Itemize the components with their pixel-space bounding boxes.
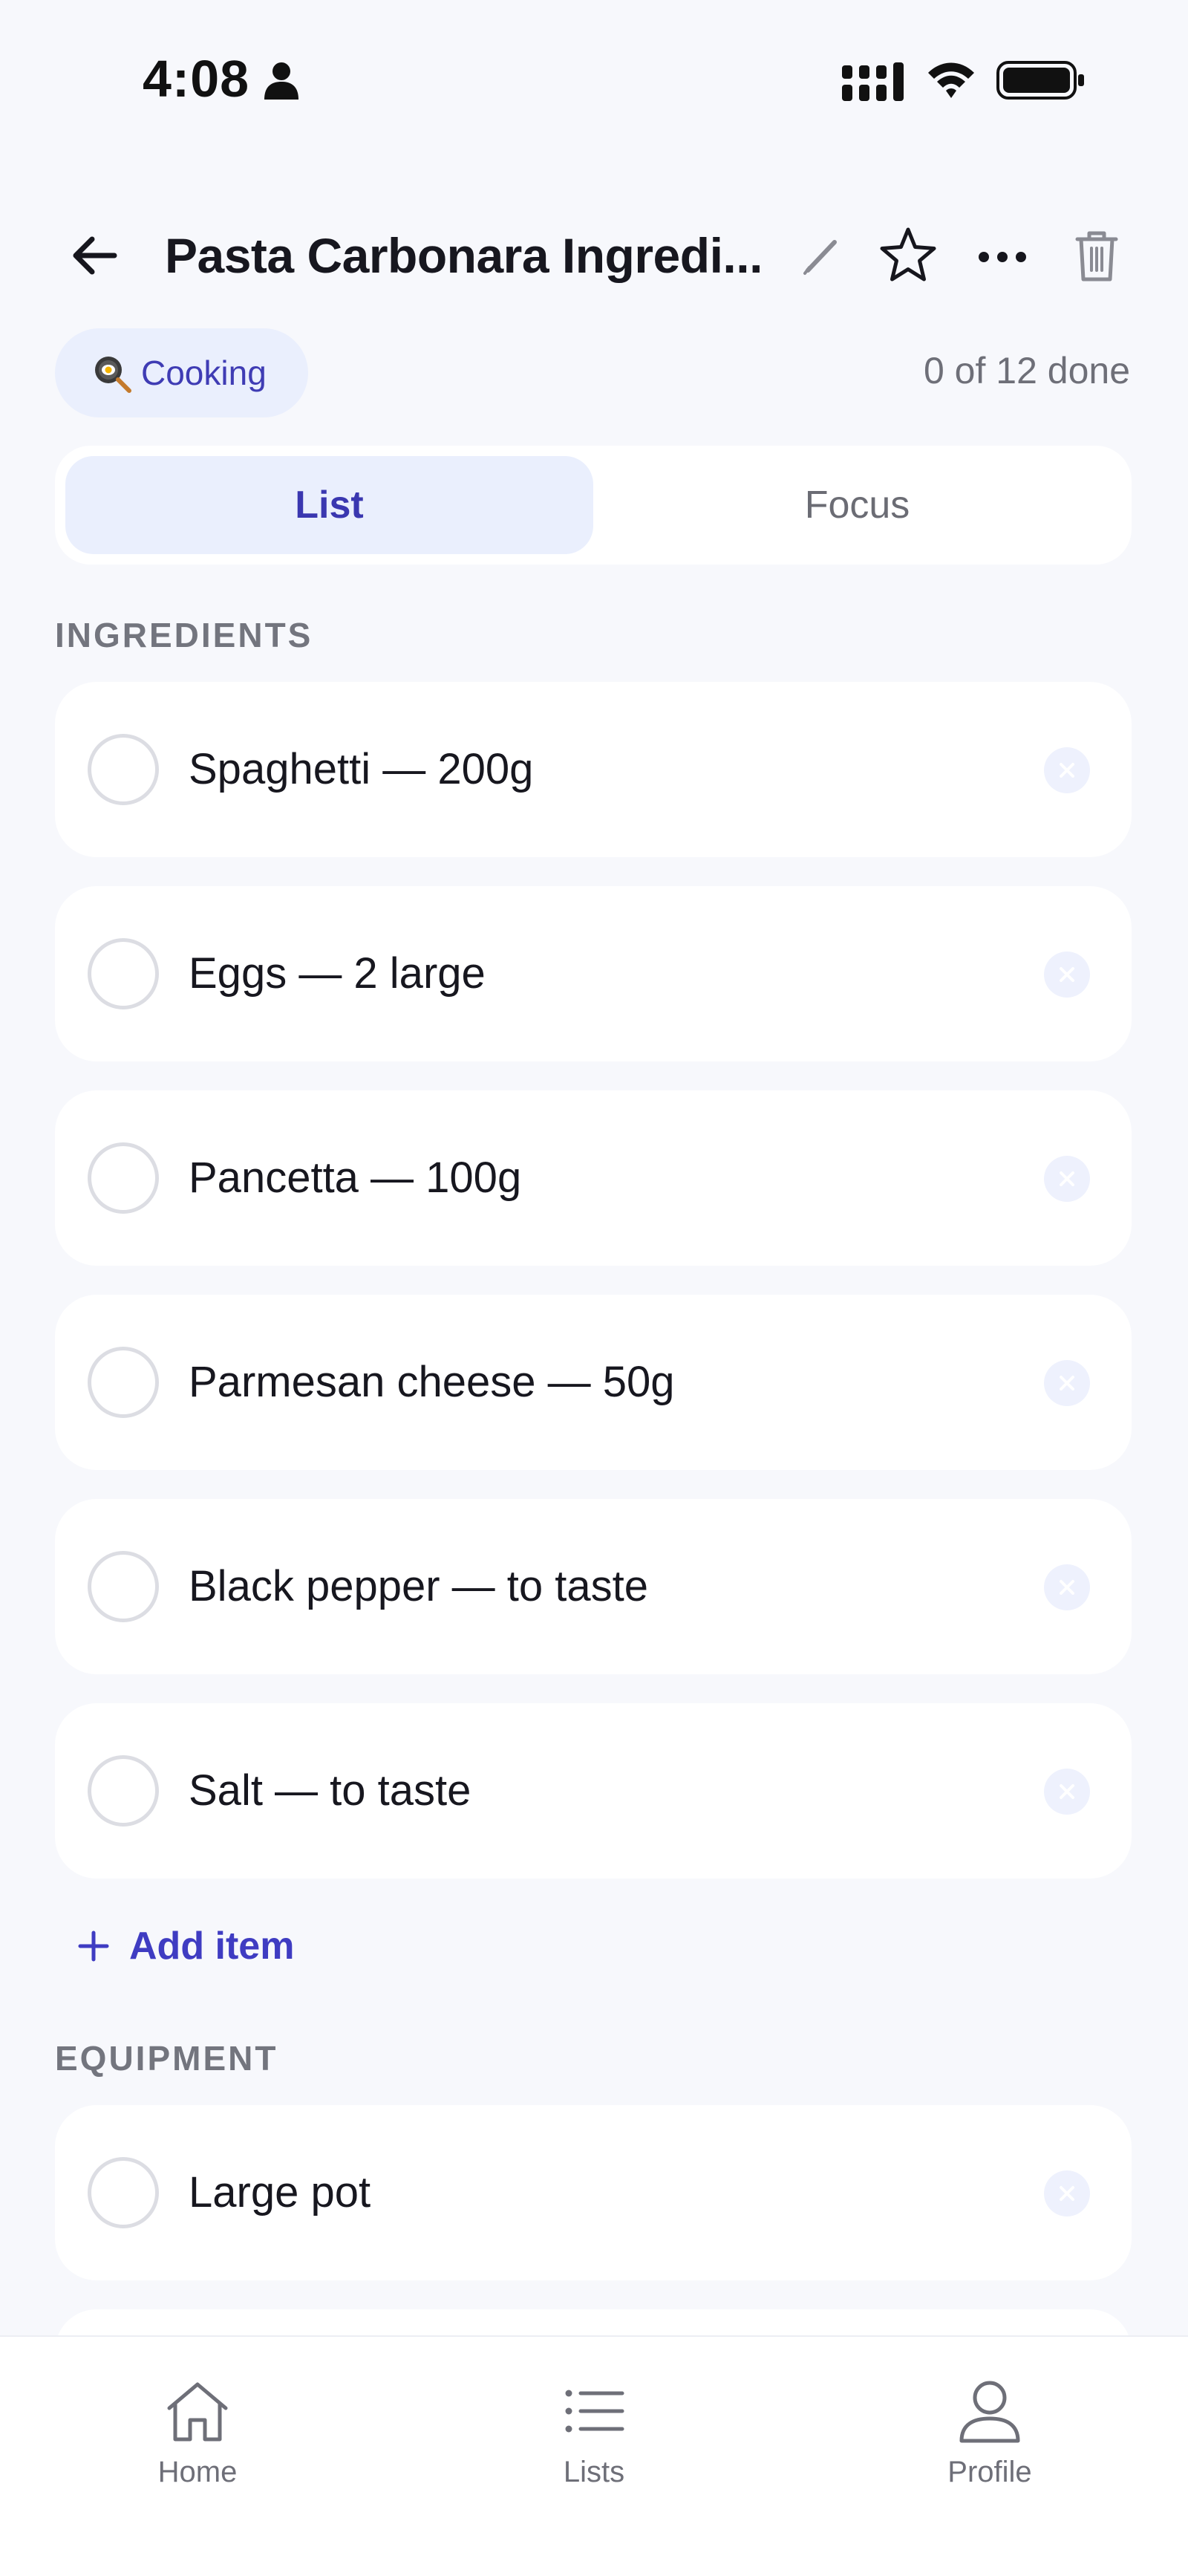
nav-profile-label: Profile xyxy=(947,2456,1032,2488)
item-checkbox[interactable] xyxy=(88,734,159,805)
view-toggle: List Focus xyxy=(55,446,1132,565)
status-time: 4:08 xyxy=(143,50,250,108)
edit-title-button[interactable] xyxy=(799,232,843,279)
nav-profile[interactable]: Profile xyxy=(893,2375,1086,2489)
plus-icon xyxy=(78,1931,109,1962)
favorite-button[interactable] xyxy=(876,223,940,287)
item-label[interactable]: Large pot xyxy=(189,2105,371,2280)
remove-item-button[interactable] xyxy=(1044,1564,1090,1610)
item-checkbox[interactable] xyxy=(88,1755,159,1827)
item-label[interactable]: Black pepper — to taste xyxy=(189,1499,648,1674)
tab-list[interactable]: List xyxy=(65,456,593,554)
list-item: Spaghetti — 200g xyxy=(55,682,1132,857)
section-title-equipment: EQUIPMENT xyxy=(55,2039,278,2078)
remove-item-button[interactable] xyxy=(1044,1360,1090,1406)
close-icon xyxy=(1060,1376,1074,1391)
trash-icon xyxy=(1075,231,1118,282)
remove-item-button[interactable] xyxy=(1044,1156,1090,1202)
add-item-label: Add item xyxy=(129,1925,295,1968)
pencil-icon xyxy=(803,240,837,275)
item-checkbox[interactable] xyxy=(88,1347,159,1418)
category-label: Cooking xyxy=(141,354,267,392)
item-label[interactable]: Parmesan cheese — 50g xyxy=(189,1295,674,1470)
star-icon xyxy=(880,227,936,282)
nav-home-label: Home xyxy=(157,2456,238,2488)
remove-item-button[interactable] xyxy=(1044,747,1090,793)
close-icon xyxy=(1060,967,1074,982)
tab-focus[interactable]: Focus xyxy=(593,456,1121,554)
close-icon xyxy=(1060,1784,1074,1799)
close-icon xyxy=(1060,1171,1074,1186)
close-icon xyxy=(1060,2186,1074,2201)
header: Pasta Carbonara Ingredi... xyxy=(0,208,1188,297)
home-icon xyxy=(167,2382,228,2442)
item-label[interactable]: Pancetta — 100g xyxy=(189,1090,521,1266)
delete-list-button[interactable] xyxy=(1069,224,1124,287)
back-arrow-icon xyxy=(73,236,117,275)
page-title: Pasta Carbonara Ingredi... xyxy=(165,228,763,283)
back-button[interactable] xyxy=(64,226,123,285)
nav-lists-label: Lists xyxy=(563,2456,625,2488)
section-title-ingredients: INGREDIENTS xyxy=(55,616,313,654)
frying-pan-icon xyxy=(95,357,131,393)
more-icon xyxy=(979,252,1026,262)
close-icon xyxy=(1060,763,1074,778)
item-checkbox[interactable] xyxy=(88,1551,159,1622)
list-item: Salt — to taste xyxy=(55,1703,1132,1879)
battery-icon xyxy=(996,61,1084,100)
remove-item-button[interactable] xyxy=(1044,952,1090,998)
add-item-button[interactable]: Add item xyxy=(74,1924,294,1968)
list-item: Pancetta — 100g xyxy=(55,1090,1132,1266)
item-checkbox[interactable] xyxy=(88,2157,159,2228)
list-item: Eggs — 2 large xyxy=(55,886,1132,1061)
list-item: Large pot xyxy=(55,2105,1132,2280)
list-item: Black pepper — to taste xyxy=(55,1499,1132,1674)
remove-item-button[interactable] xyxy=(1044,2170,1090,2216)
item-checkbox[interactable] xyxy=(88,1142,159,1214)
list-icon xyxy=(565,2390,624,2433)
status-bar: 4:08 xyxy=(0,0,1188,149)
person-icon xyxy=(959,2381,1020,2443)
nav-lists[interactable]: Lists xyxy=(497,2375,691,2489)
wifi-icon xyxy=(928,62,974,98)
item-label[interactable]: Salt — to taste xyxy=(189,1703,471,1879)
more-options-button[interactable] xyxy=(973,227,1032,287)
category-chip[interactable]: Cooking xyxy=(55,328,308,417)
item-checkbox[interactable] xyxy=(88,938,159,1009)
nav-home[interactable]: Home xyxy=(101,2375,294,2489)
bottom-navigation: Home Lists Profile xyxy=(0,2335,1188,2576)
list-item: Parmesan cheese — 50g xyxy=(55,1295,1132,1470)
item-label[interactable]: Spaghetti — 200g xyxy=(189,682,533,857)
item-label[interactable]: Eggs — 2 large xyxy=(189,886,486,1061)
progress-count: 0 of 12 done xyxy=(923,350,1130,391)
cellular-signal-icon xyxy=(842,62,904,101)
close-icon xyxy=(1060,1580,1074,1595)
remove-item-button[interactable] xyxy=(1044,1769,1090,1815)
person-status-icon xyxy=(264,62,298,100)
